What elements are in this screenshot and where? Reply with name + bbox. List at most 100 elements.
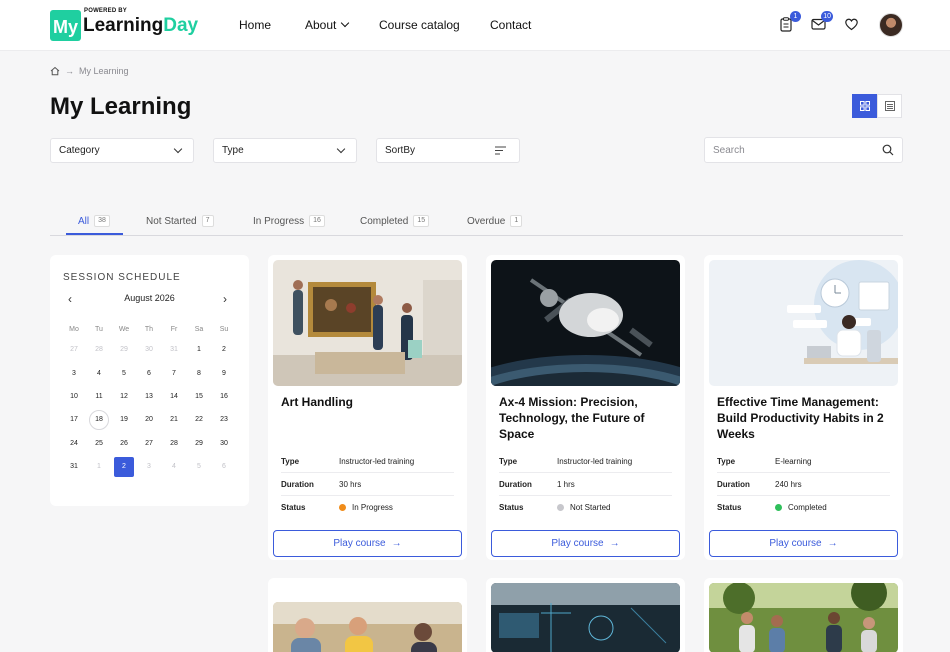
course-type: Instructor-led training	[557, 456, 633, 466]
grid-view-button[interactable]	[852, 94, 877, 118]
calendar-day[interactable]: 14	[164, 387, 184, 407]
search-icon[interactable]	[882, 144, 894, 156]
mail-button[interactable]: 10	[811, 11, 833, 33]
tab-count: 15	[413, 215, 430, 227]
calendar-day[interactable]: 27	[139, 434, 159, 454]
tab-in-progress[interactable]: In Progress 16	[253, 210, 325, 232]
type-select-value: Type	[222, 145, 244, 156]
calendar-day[interactable]: 4	[89, 364, 109, 384]
course-thumbnail-art-handling[interactable]	[273, 260, 462, 386]
calendar-day[interactable]: 7	[164, 364, 184, 384]
calendar-day[interactable]: 6	[139, 364, 159, 384]
calendar-day[interactable]: 3	[139, 457, 159, 477]
calendar-day[interactable]: 27	[64, 340, 84, 360]
calendar-day[interactable]: 30	[214, 434, 234, 454]
nav-course-catalog[interactable]: Course catalog	[379, 18, 469, 32]
calendar-day[interactable]: 28	[89, 340, 109, 360]
tab-overdue[interactable]: Overdue 1	[467, 210, 523, 232]
calendar-day[interactable]: 1	[89, 457, 109, 477]
heart-icon	[845, 18, 858, 31]
arrow-right-icon: →	[391, 538, 402, 549]
brand-logo[interactable]: My POWERED BY LearningDay	[50, 8, 198, 41]
calendar-day[interactable]: 25	[89, 434, 109, 454]
course-title[interactable]: Ax-4 Mission: Precision, Technology, the…	[499, 394, 674, 442]
user-avatar[interactable]	[879, 13, 903, 37]
course-image	[273, 260, 462, 386]
tab-all[interactable]: All 38	[78, 210, 110, 232]
calendar-day[interactable]: 12	[114, 387, 134, 407]
tab-completed[interactable]: Completed 15	[360, 210, 430, 232]
next-month-button[interactable]: ›	[223, 292, 227, 306]
calendar-day[interactable]: 26	[114, 434, 134, 454]
tab-not-started[interactable]: Not Started 7	[146, 210, 214, 232]
calendar-day[interactable]: 30	[139, 340, 159, 360]
search-input[interactable]	[705, 138, 875, 162]
meta-label: Type	[717, 456, 736, 466]
calendar-day[interactable]: 15	[189, 387, 209, 407]
course-status-row: Status Completed	[717, 496, 890, 519]
category-select[interactable]: Category	[50, 138, 194, 163]
calendar-day[interactable]: 22	[189, 410, 209, 430]
calendar-day[interactable]: 28	[164, 434, 184, 454]
calendar-day[interactable]: 11	[89, 387, 109, 407]
nav-home[interactable]: Home	[239, 18, 271, 32]
calendar-day[interactable]: 10	[64, 387, 84, 407]
calendar-day[interactable]: 29	[189, 434, 209, 454]
calendar-day[interactable]: 13	[139, 387, 159, 407]
course-type-row: Type Instructor-led training	[499, 450, 672, 473]
search-box	[704, 137, 903, 163]
course-thumbnail-ax4-mission[interactable]	[491, 260, 680, 386]
calendar-day[interactable]: 6	[214, 457, 234, 477]
type-select[interactable]: Type	[213, 138, 357, 163]
calendar-day[interactable]: 1	[189, 340, 209, 360]
course-thumbnail[interactable]	[273, 602, 462, 652]
calendar-day[interactable]: 17	[64, 410, 84, 430]
calendar-heading: SESSION SCHEDULE	[63, 272, 181, 283]
calendar-day[interactable]: 31	[64, 457, 84, 477]
meta-label: Duration	[499, 479, 532, 489]
calendar-day[interactable]: 16	[214, 387, 234, 407]
course-duration-row: Duration 30 hrs	[281, 473, 454, 496]
play-course-button[interactable]: Play course →	[491, 530, 680, 557]
wishlist-button[interactable]	[844, 17, 860, 33]
calendar-day[interactable]: 19	[114, 410, 134, 430]
tasks-badge: 1	[790, 11, 801, 22]
course-thumbnail[interactable]	[491, 583, 680, 652]
home-icon[interactable]	[50, 66, 60, 76]
calendar-day[interactable]: 21	[164, 410, 184, 430]
calendar-month: August 2026	[124, 293, 175, 303]
meta-label: Status	[281, 503, 306, 512]
calendar-day[interactable]: 3	[64, 364, 84, 384]
calendar-day[interactable]: 24	[64, 434, 84, 454]
calendar-day[interactable]: 5	[114, 364, 134, 384]
play-course-button[interactable]: Play course →	[273, 530, 462, 557]
course-thumbnail-time-management[interactable]	[709, 260, 898, 386]
breadcrumb-separator: →	[65, 66, 74, 76]
calendar-day[interactable]: 9	[214, 364, 234, 384]
calendar-day[interactable]: 18	[89, 410, 109, 430]
calendar-day[interactable]: 5	[189, 457, 209, 477]
logo-mark: My	[50, 10, 81, 41]
calendar-day[interactable]: 4	[164, 457, 184, 477]
nav-contact[interactable]: Contact	[490, 18, 550, 32]
course-title[interactable]: Effective Time Management: Build Product…	[717, 394, 892, 442]
calendar-day[interactable]: 23	[214, 410, 234, 430]
sortby-select[interactable]: SortBy	[376, 138, 520, 163]
calendar-day[interactable]: 2	[114, 457, 134, 477]
course-thumbnail[interactable]	[709, 583, 898, 652]
calendar-day[interactable]: 31	[164, 340, 184, 360]
calendar-day[interactable]: 8	[189, 364, 209, 384]
list-view-button[interactable]	[877, 94, 902, 118]
category-select-value: Category	[59, 145, 100, 156]
calendar-day[interactable]: 29	[114, 340, 134, 360]
arrow-right-icon: →	[827, 538, 838, 549]
status-dot	[339, 504, 346, 511]
play-course-button[interactable]: Play course →	[709, 530, 898, 557]
tasks-button[interactable]: 1	[779, 11, 801, 33]
course-title[interactable]: Art Handling	[281, 394, 456, 410]
calendar-day[interactable]: 20	[139, 410, 159, 430]
course-card	[704, 578, 903, 652]
calendar-day[interactable]: 2	[214, 340, 234, 360]
course-duration-row: Duration 1 hrs	[499, 473, 672, 496]
nav-about[interactable]: About	[305, 18, 365, 32]
